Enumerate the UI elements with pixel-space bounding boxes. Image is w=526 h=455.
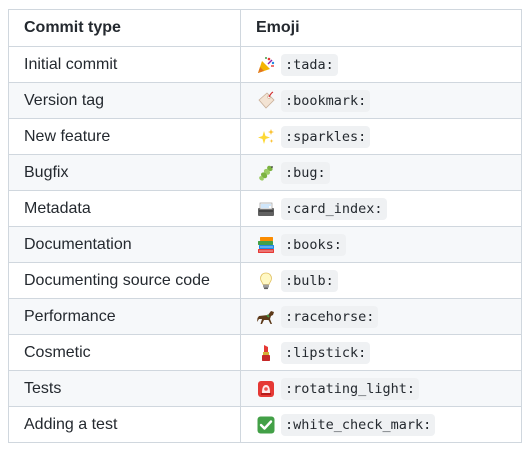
emoji-shortcode: :sparkles: <box>281 125 371 148</box>
table-row: Metadata :card_index: <box>8 190 522 227</box>
emoji-shortcode: :card_index: <box>281 197 387 220</box>
emoji-cell: :sparkles: <box>240 118 522 155</box>
emoji-shortcode: :racehorse: <box>281 305 379 328</box>
table-row: Documenting source code :bulb: <box>8 262 522 299</box>
commit-emoji-table: Commit type Emoji Initial commit :tada: … <box>8 9 522 443</box>
table-row: Adding a test :white_check_mark: <box>8 406 522 443</box>
emoji-cell: :bulb: <box>240 262 522 299</box>
emoji-cell: :card_index: <box>240 190 522 227</box>
commit-emoji-table-container: Commit type Emoji Initial commit :tada: … <box>8 9 522 443</box>
commit-type-cell: Version tag <box>8 82 241 119</box>
emoji-shortcode: :tada: <box>281 53 338 76</box>
emoji-shortcode: :bookmark: <box>281 89 371 112</box>
commit-type-cell: Documentation <box>8 226 241 263</box>
table-row: Documentation :books: <box>8 226 522 263</box>
emoji-cell: :white_check_mark: <box>240 406 522 443</box>
emoji-shortcode: :white_check_mark: <box>281 413 436 436</box>
party-popper-icon <box>256 55 276 75</box>
table-row: Performance :racehorse: <box>8 298 522 335</box>
rotating-light-icon <box>256 379 276 399</box>
table-header-row: Commit type Emoji <box>8 9 522 47</box>
table-row: Bugfix :bug: <box>8 154 522 191</box>
books-icon <box>256 235 276 255</box>
header-emoji: Emoji <box>240 9 522 47</box>
commit-type-cell: Tests <box>8 370 241 407</box>
sparkles-icon <box>256 127 276 147</box>
table-row: New feature :sparkles: <box>8 118 522 155</box>
emoji-cell: :racehorse: <box>240 298 522 335</box>
commit-type-cell: New feature <box>8 118 241 155</box>
commit-type-cell: Adding a test <box>8 406 241 443</box>
racehorse-icon <box>256 307 276 327</box>
table-row: Tests :rotating_light: <box>8 370 522 407</box>
commit-type-cell: Bugfix <box>8 154 241 191</box>
emoji-cell: :tada: <box>240 46 522 83</box>
emoji-shortcode: :bulb: <box>281 269 338 292</box>
emoji-shortcode: :lipstick: <box>281 341 371 364</box>
bug-icon <box>256 163 276 183</box>
emoji-cell: :books: <box>240 226 522 263</box>
table-row: Version tag :bookmark: <box>8 82 522 119</box>
emoji-cell: :lipstick: <box>240 334 522 371</box>
emoji-cell: :rotating_light: <box>240 370 522 407</box>
emoji-cell: :bookmark: <box>240 82 522 119</box>
table-row: Cosmetic :lipstick: <box>8 334 522 371</box>
commit-type-cell: Initial commit <box>8 46 241 83</box>
emoji-cell: :bug: <box>240 154 522 191</box>
bookmark-tag-icon <box>256 90 276 111</box>
commit-type-cell: Performance <box>8 298 241 335</box>
table-row: Initial commit :tada: <box>8 46 522 83</box>
emoji-shortcode: :rotating_light: <box>281 377 420 400</box>
commit-type-cell: Documenting source code <box>8 262 241 299</box>
light-bulb-icon <box>256 271 276 291</box>
emoji-shortcode: :bug: <box>281 161 330 184</box>
header-commit-type: Commit type <box>8 9 241 47</box>
commit-type-cell: Metadata <box>8 190 241 227</box>
emoji-shortcode: :books: <box>281 233 346 256</box>
white-check-mark-icon <box>256 415 276 435</box>
commit-type-cell: Cosmetic <box>8 334 241 371</box>
card-index-icon <box>256 199 276 219</box>
lipstick-icon <box>256 343 276 363</box>
